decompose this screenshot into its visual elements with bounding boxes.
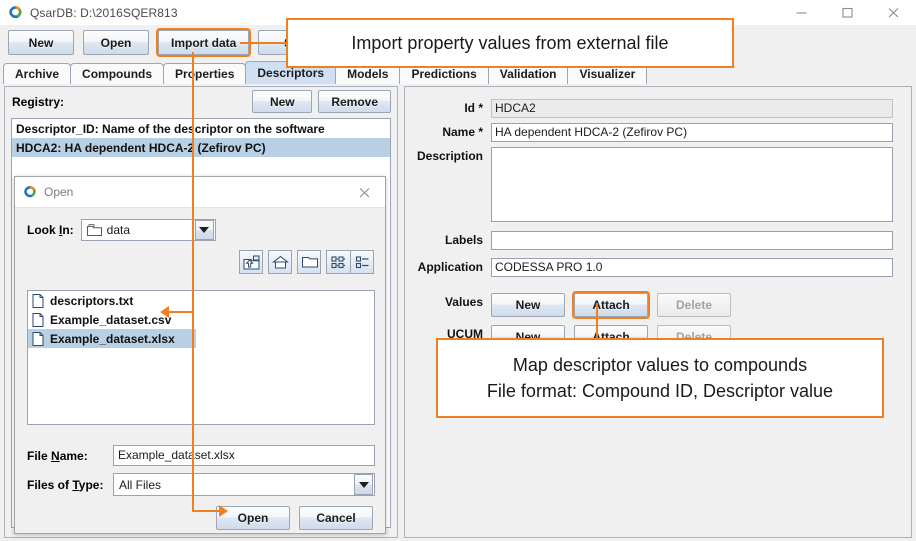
callout-line: File format: Compound ID, Descriptor val… — [486, 381, 834, 401]
labels-label: Labels — [444, 233, 483, 247]
qsardb-logo-icon — [23, 185, 37, 199]
field-row-labels: Labels — [405, 231, 893, 250]
id-label: Id * — [464, 101, 483, 115]
up-one-level-icon[interactable] — [239, 250, 263, 274]
home-icon[interactable] — [268, 250, 292, 274]
connector-line-import-arrow-stem — [168, 311, 194, 313]
document-icon — [32, 293, 44, 308]
dialog-action-buttons: Open Cancel — [216, 506, 373, 530]
open-button[interactable]: Open — [83, 30, 149, 55]
document-icon — [32, 331, 44, 346]
files-of-type-label: Files of Type: — [27, 477, 104, 492]
document-icon — [32, 312, 44, 327]
labels-field[interactable] — [491, 231, 893, 250]
registry-row-header[interactable]: Descriptor_ID: Name of the descriptor on… — [12, 119, 390, 138]
name-field[interactable]: HA dependent HDCA-2 (Zefirov PC) — [491, 123, 893, 142]
new-folder-icon[interactable] — [297, 250, 321, 274]
list-item[interactable]: descriptors.txt — [28, 291, 196, 310]
callout-import-property-values: Import property values from external fil… — [286, 18, 734, 68]
field-row-values: Values New Attach Delete — [405, 291, 731, 319]
tab-compounds[interactable]: Compounds — [70, 63, 165, 84]
application-window: QsarDB: D:\2016SQER813 New Open Import d… — [0, 0, 916, 541]
qsardb-logo-icon — [8, 5, 23, 20]
descriptor-details-panel: Id * HDCA2 Name * HA dependent HDCA-2 (Z… — [404, 86, 912, 538]
description-field[interactable] — [491, 147, 893, 222]
application-label: Application — [417, 260, 483, 274]
connector-arrow-to-open-button — [219, 505, 228, 517]
dialog-titlebar: Open — [15, 177, 385, 208]
dialog-toolbar — [239, 250, 374, 274]
field-row-id: Id * HDCA2 — [405, 99, 893, 118]
look-in-row: Look In: data — [27, 218, 375, 242]
file-list-column: descriptors.txt Example_dataset.csv Exam… — [28, 291, 196, 348]
files-of-type-row: Files of Type: All Files — [27, 473, 375, 496]
connector-arrow-to-xlsx — [160, 306, 169, 318]
look-in-combo[interactable]: data — [80, 219, 216, 241]
values-label: Values — [444, 295, 483, 309]
dialog-title: Open — [44, 185, 74, 199]
values-button-group: New Attach Delete — [491, 291, 731, 319]
values-delete-button: Delete — [657, 293, 731, 317]
file-name-text: Example_dataset.csv — [50, 312, 172, 327]
chevron-down-icon[interactable] — [194, 220, 214, 240]
tab-properties[interactable]: Properties — [163, 63, 247, 84]
import-data-button[interactable]: Import data — [155, 28, 252, 57]
description-label: Description — [416, 149, 483, 163]
registry-remove-button[interactable]: Remove — [318, 90, 391, 113]
new-button[interactable]: New — [8, 30, 74, 55]
field-row-name: Name * HA dependent HDCA-2 (Zefirov PC) — [405, 123, 893, 142]
file-list[interactable]: descriptors.txt Example_dataset.csv Exam… — [27, 290, 375, 425]
folder-icon — [86, 224, 102, 236]
values-attach-button[interactable]: Attach — [572, 291, 650, 319]
connector-line-import-vertical — [192, 52, 194, 312]
callout-line: Import property values from external fil… — [351, 33, 669, 53]
window-title: QsarDB: D:\2016SQER813 — [30, 5, 178, 20]
files-of-type-value: All Files — [119, 477, 162, 492]
name-label: Name * — [442, 125, 483, 139]
connector-line-to-open-vertical — [192, 312, 194, 511]
file-name-row: File Name: Example_dataset.xlsx — [27, 445, 375, 466]
field-row-application: Application CODESSA PRO 1.0 — [405, 258, 893, 277]
file-name-text: Example_dataset.xlsx — [50, 331, 175, 346]
details-view-icon[interactable] — [350, 250, 374, 274]
application-field[interactable]: CODESSA PRO 1.0 — [491, 258, 893, 277]
maximize-icon[interactable] — [824, 0, 870, 25]
registry-header: Registry: New Remove — [5, 87, 397, 116]
registry-row-hdca2[interactable]: HDCA2: HA dependent HDCA-2 (Zefirov PC) — [12, 138, 390, 157]
descriptor-form: Id * HDCA2 Name * HA dependent HDCA-2 (Z… — [405, 87, 911, 537]
look-in-value: data — [106, 223, 131, 237]
look-in-label: Look In: — [27, 223, 74, 237]
close-icon[interactable] — [870, 0, 916, 25]
dialog-cancel-button[interactable]: Cancel — [299, 506, 373, 530]
file-name-label: File Name: — [27, 448, 88, 463]
minimize-icon[interactable] — [778, 0, 824, 25]
view-mode-group — [326, 250, 374, 274]
registry-label: Registry: — [12, 94, 65, 109]
callout-map-descriptor-values: Map descriptor values to compounds File … — [436, 338, 884, 418]
tab-archive[interactable]: Archive — [3, 63, 72, 84]
chevron-down-icon[interactable] — [354, 474, 373, 495]
file-name-input[interactable]: Example_dataset.xlsx — [113, 445, 375, 466]
connector-line-import-to-callout — [240, 42, 288, 44]
close-icon[interactable] — [349, 177, 379, 208]
connector-line-to-open-horizontal — [192, 510, 221, 512]
dialog-body: Look In: data descriptors.txt Example_da… — [15, 208, 385, 533]
files-of-type-combo[interactable]: All Files — [113, 473, 375, 496]
field-row-description: Description — [405, 147, 893, 222]
open-file-dialog: Open Look In: data descriptors.txt Examp… — [14, 176, 386, 534]
values-new-button[interactable]: New — [491, 293, 565, 317]
callout-line: Map descriptor values to compounds — [512, 355, 808, 375]
registry-new-button[interactable]: New — [252, 90, 313, 113]
list-view-icon[interactable] — [326, 250, 350, 274]
window-controls — [778, 0, 916, 25]
list-item-selected[interactable]: Example_dataset.xlsx — [28, 329, 196, 348]
file-name-text: descriptors.txt — [50, 293, 134, 308]
id-field[interactable]: HDCA2 — [491, 99, 893, 118]
registry-buttons: New Remove — [252, 90, 391, 113]
connector-line-attach-to-callout — [596, 303, 598, 338]
